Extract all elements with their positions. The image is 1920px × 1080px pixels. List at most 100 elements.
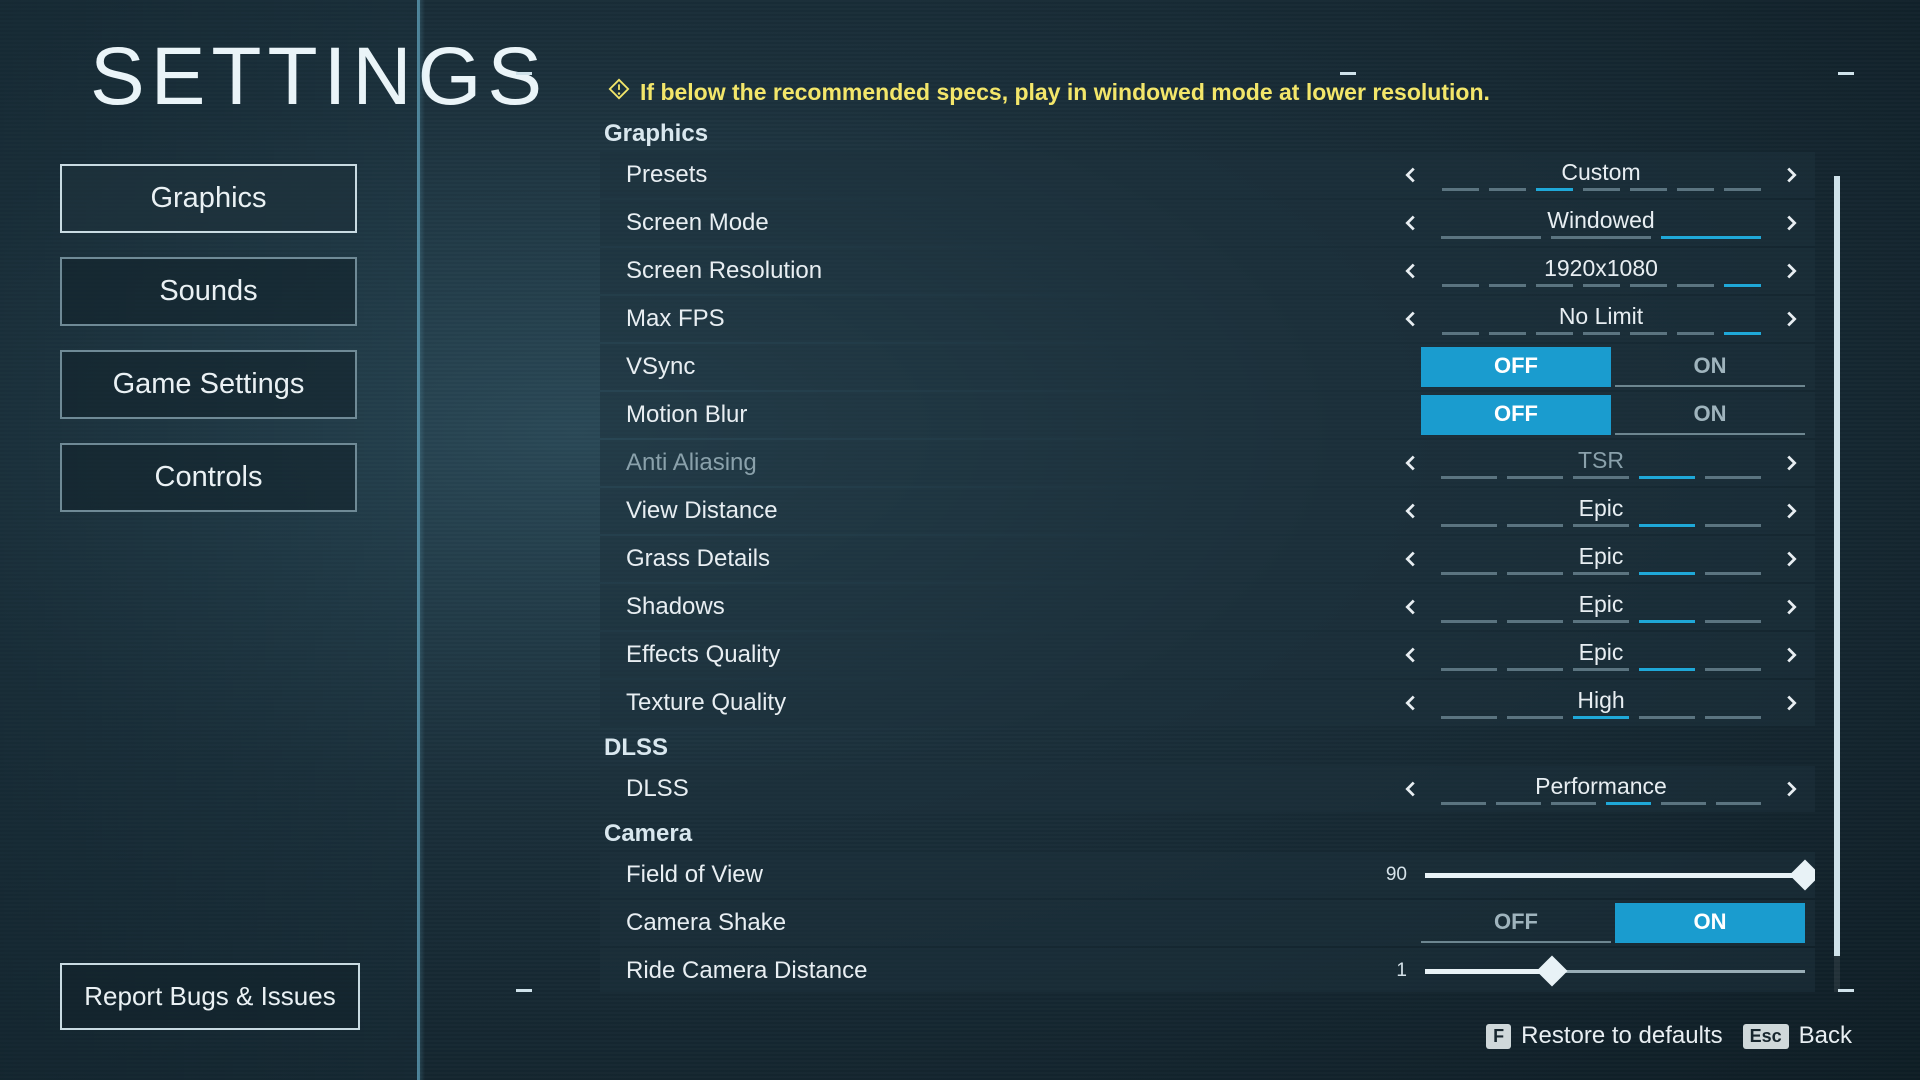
chevron-left-icon[interactable] xyxy=(1397,497,1425,525)
selector-value: TSR xyxy=(1441,447,1761,474)
row-max-fps: Max FPS No Limit xyxy=(600,296,1815,342)
setting-label: Camera Shake xyxy=(626,909,1415,937)
chevron-right-icon[interactable] xyxy=(1777,775,1805,803)
nav-graphics[interactable]: Graphics xyxy=(60,164,357,233)
selector-value: Epic xyxy=(1441,495,1761,522)
selector: Windowed xyxy=(1395,207,1805,239)
nav-game-settings[interactable]: Game Settings xyxy=(60,350,357,419)
chevron-right-icon[interactable] xyxy=(1777,209,1805,237)
toggle-off[interactable]: OFF xyxy=(1421,347,1611,387)
chevron-left-icon[interactable] xyxy=(1397,305,1425,333)
scrollbar[interactable] xyxy=(1834,176,1840,992)
selector-value-wrap: 1920x1080 xyxy=(1441,255,1761,287)
selector-value-wrap: Windowed xyxy=(1441,207,1761,239)
selector-value: Performance xyxy=(1441,773,1761,800)
selector-value: No Limit xyxy=(1441,303,1761,330)
footer-hints: F Restore to defaults Esc Back xyxy=(1486,1022,1852,1050)
selector: No Limit xyxy=(1395,303,1805,335)
chevron-right-icon[interactable] xyxy=(1777,497,1805,525)
setting-label: View Distance xyxy=(626,497,1395,525)
slider-track[interactable] xyxy=(1425,962,1805,980)
row-field-of-view: Field of View90 xyxy=(600,852,1815,898)
selector-value-wrap: High xyxy=(1441,687,1761,719)
selector: Epic xyxy=(1395,639,1805,671)
chevron-left-icon[interactable] xyxy=(1397,689,1425,717)
toggle-on[interactable]: ON xyxy=(1615,395,1805,435)
chevron-left-icon[interactable] xyxy=(1397,545,1425,573)
chevron-right-icon[interactable] xyxy=(1777,257,1805,285)
chevron-right-icon[interactable] xyxy=(1777,545,1805,573)
setting-label: Max FPS xyxy=(626,305,1395,333)
row-view-distance: View Distance Epic xyxy=(600,488,1815,534)
scrollbar-thumb[interactable] xyxy=(1834,176,1840,956)
warning-icon xyxy=(608,78,630,106)
toggle-on[interactable]: ON xyxy=(1615,903,1805,943)
row-camera-shake: Camera ShakeOFFON xyxy=(600,900,1815,946)
slider-thumb[interactable] xyxy=(1536,955,1567,986)
setting-label: Motion Blur xyxy=(626,401,1415,429)
chevron-right-icon[interactable] xyxy=(1777,641,1805,669)
restore-defaults-button[interactable]: F Restore to defaults xyxy=(1486,1022,1722,1050)
corner-decor xyxy=(516,989,532,992)
chevron-left-icon[interactable] xyxy=(1397,209,1425,237)
toggle: OFFON xyxy=(1415,395,1805,435)
selector-value: Windowed xyxy=(1441,207,1761,234)
chevron-left-icon[interactable] xyxy=(1397,775,1425,803)
selector-value: Epic xyxy=(1441,639,1761,666)
settings-scroll[interactable]: Graphics PresetsCustom Screen Mode Window… xyxy=(600,112,1815,992)
slider: 90 xyxy=(1365,864,1805,886)
chevron-left-icon[interactable] xyxy=(1397,593,1425,621)
setting-label: Screen Mode xyxy=(626,209,1395,237)
back-label: Back xyxy=(1799,1022,1852,1050)
toggle-off[interactable]: OFF xyxy=(1421,903,1611,943)
corner-decor xyxy=(1838,72,1854,75)
setting-label: Anti Aliasing xyxy=(626,449,1395,477)
toggle: OFFON xyxy=(1415,347,1805,387)
slider: 1 xyxy=(1365,960,1805,982)
selector-value: High xyxy=(1441,687,1761,714)
nav-controls[interactable]: Controls xyxy=(60,443,357,512)
selector-value-wrap: Epic xyxy=(1441,543,1761,575)
row-shadows: Shadows Epic xyxy=(600,584,1815,630)
chevron-right-icon[interactable] xyxy=(1777,593,1805,621)
spec-warning: If below the recommended specs, play in … xyxy=(608,78,1840,106)
setting-label: Effects Quality xyxy=(626,641,1395,669)
chevron-left-icon[interactable] xyxy=(1397,257,1425,285)
selector-value-wrap: Epic xyxy=(1441,495,1761,527)
section-graphics: Graphics xyxy=(604,120,1815,148)
selector: Custom xyxy=(1395,159,1805,191)
row-presets: PresetsCustom xyxy=(600,152,1815,198)
selector-value: 1920x1080 xyxy=(1441,255,1761,282)
setting-label: Shadows xyxy=(626,593,1395,621)
setting-label: DLSS xyxy=(626,775,1395,803)
chevron-left-icon[interactable] xyxy=(1397,161,1425,189)
slider-track[interactable] xyxy=(1425,866,1805,884)
row-effects-quality: Effects Quality Epic xyxy=(600,632,1815,678)
spec-warning-text: If below the recommended specs, play in … xyxy=(640,79,1490,106)
row-texture-quality: Texture QualityHigh xyxy=(600,680,1815,726)
chevron-right-icon[interactable] xyxy=(1777,161,1805,189)
chevron-left-icon[interactable] xyxy=(1397,641,1425,669)
nav-sounds[interactable]: Sounds xyxy=(60,257,357,326)
chevron-right-icon[interactable] xyxy=(1777,689,1805,717)
selector: TSR xyxy=(1395,447,1805,479)
report-bugs-button[interactable]: Report Bugs & Issues xyxy=(60,963,360,1030)
chevron-right-icon[interactable] xyxy=(1777,305,1805,333)
toggle-off[interactable]: OFF xyxy=(1421,395,1611,435)
setting-label: Presets xyxy=(626,161,1395,189)
slider-thumb[interactable] xyxy=(1789,859,1815,890)
selector-value: Epic xyxy=(1441,591,1761,618)
section-camera: Camera xyxy=(604,820,1815,848)
back-button[interactable]: Esc Back xyxy=(1743,1022,1852,1050)
slider-value: 90 xyxy=(1367,864,1407,886)
chevron-left-icon[interactable] xyxy=(1397,449,1425,477)
setting-label: Screen Resolution xyxy=(626,257,1395,285)
selector-value-wrap: Epic xyxy=(1441,591,1761,623)
selector: Epic xyxy=(1395,495,1805,527)
restore-label: Restore to defaults xyxy=(1521,1022,1722,1050)
toggle: OFFON xyxy=(1415,903,1805,943)
row-screen-mode: Screen Mode Windowed xyxy=(600,200,1815,246)
corner-decor xyxy=(1838,989,1854,992)
toggle-on[interactable]: ON xyxy=(1615,347,1805,387)
chevron-right-icon[interactable] xyxy=(1777,449,1805,477)
